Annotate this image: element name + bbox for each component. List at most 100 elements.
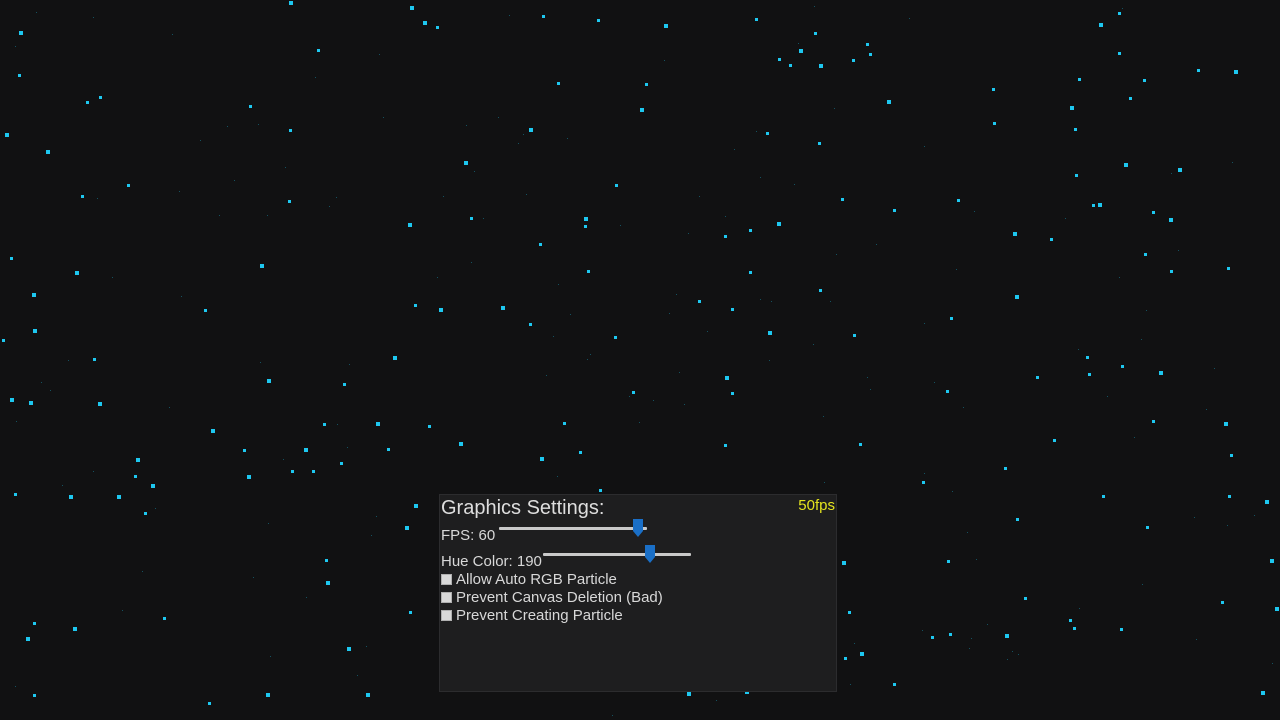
particle — [749, 229, 752, 232]
particle — [579, 451, 582, 454]
particle — [716, 700, 717, 701]
particle — [439, 308, 443, 312]
particle — [179, 191, 180, 192]
particle — [614, 336, 617, 339]
particle — [632, 391, 635, 394]
particle — [142, 571, 143, 572]
particle — [967, 532, 968, 533]
particle — [1232, 162, 1233, 163]
particle — [590, 354, 591, 355]
fps-slider[interactable] — [499, 519, 647, 537]
particle — [949, 633, 952, 636]
particle — [794, 184, 795, 185]
particle — [304, 448, 308, 452]
particle — [893, 683, 896, 686]
particle — [1107, 396, 1108, 397]
particle — [315, 77, 316, 78]
particle — [725, 216, 726, 217]
prevent-creating-particle-option[interactable]: Prevent Creating Particle — [441, 607, 623, 625]
particle — [73, 627, 77, 631]
particle — [1197, 69, 1200, 72]
hue-color-slider[interactable] — [543, 545, 691, 563]
particle — [169, 407, 170, 408]
particle — [46, 150, 50, 154]
auto-rgb-particle-label[interactable]: Allow Auto RGB Particle — [456, 571, 617, 589]
particle — [270, 656, 271, 657]
particle — [285, 167, 286, 168]
particle — [1012, 651, 1013, 652]
particle — [437, 277, 438, 278]
particle — [612, 715, 613, 716]
particle — [542, 15, 545, 18]
particle — [1146, 310, 1147, 311]
particle — [1092, 204, 1095, 207]
particle — [956, 269, 957, 270]
particle — [68, 360, 69, 361]
prevent-canvas-deletion-checkbox[interactable] — [441, 592, 452, 603]
particle — [992, 88, 995, 91]
auto-rgb-particle-option[interactable]: Allow Auto RGB Particle — [441, 571, 617, 589]
particle — [1122, 8, 1123, 9]
particle — [688, 233, 689, 234]
auto-rgb-particle-checkbox[interactable] — [441, 574, 452, 585]
hue-color-label: Hue Color: 190 — [441, 553, 542, 570]
hue-slider-thumb[interactable] — [644, 545, 655, 563]
hue-slider-track[interactable] — [543, 553, 691, 556]
particle — [16, 421, 17, 422]
fps-slider-track[interactable] — [499, 527, 647, 530]
particle — [587, 270, 590, 273]
particle — [620, 225, 621, 226]
particle — [1234, 70, 1238, 74]
particle — [597, 19, 600, 22]
fps-label: FPS: 60 — [441, 527, 496, 544]
particle — [860, 652, 864, 656]
particle — [946, 390, 949, 393]
particle — [470, 217, 473, 220]
particle — [1050, 238, 1053, 241]
particle — [724, 444, 727, 447]
particle — [1013, 232, 1017, 236]
particle — [558, 284, 559, 285]
particle — [219, 215, 220, 216]
particle — [540, 457, 544, 461]
particle — [553, 336, 554, 337]
prevent-canvas-deletion-label[interactable]: Prevent Canvas Deletion (Bad) — [456, 589, 663, 607]
particle — [266, 693, 270, 697]
particle — [818, 142, 821, 145]
particle — [1078, 78, 1081, 81]
prevent-canvas-deletion-option[interactable]: Prevent Canvas Deletion (Bad) — [441, 589, 663, 607]
particle — [410, 6, 414, 10]
particle — [260, 264, 264, 268]
particle — [366, 646, 367, 647]
particle — [289, 1, 293, 5]
prevent-creating-particle-checkbox[interactable] — [441, 610, 452, 621]
particle — [853, 334, 856, 337]
particle — [258, 124, 259, 125]
particle — [172, 34, 173, 35]
particle — [749, 271, 752, 274]
particle — [824, 482, 825, 483]
particle — [483, 218, 484, 219]
particle — [819, 64, 823, 68]
particle — [570, 314, 571, 315]
particle — [615, 184, 618, 187]
particle — [1206, 409, 1207, 410]
particle — [1275, 607, 1279, 611]
particle — [859, 443, 862, 446]
particle — [1124, 163, 1128, 167]
particle — [86, 101, 89, 104]
prevent-creating-particle-label[interactable]: Prevent Creating Particle — [456, 607, 623, 625]
particle — [557, 476, 558, 477]
particle — [526, 194, 527, 195]
particle — [366, 693, 370, 697]
fps-slider-thumb[interactable] — [633, 519, 644, 537]
particle — [823, 416, 824, 417]
particle — [1016, 518, 1019, 521]
particle — [1065, 218, 1066, 219]
particle — [842, 561, 846, 565]
particle — [1086, 356, 1089, 359]
particle — [1152, 420, 1155, 423]
particle — [664, 60, 665, 61]
particle-canvas[interactable]: Graphics Settings: 50fps FPS: 60 Hue Col… — [0, 0, 1280, 720]
particle — [383, 117, 384, 118]
